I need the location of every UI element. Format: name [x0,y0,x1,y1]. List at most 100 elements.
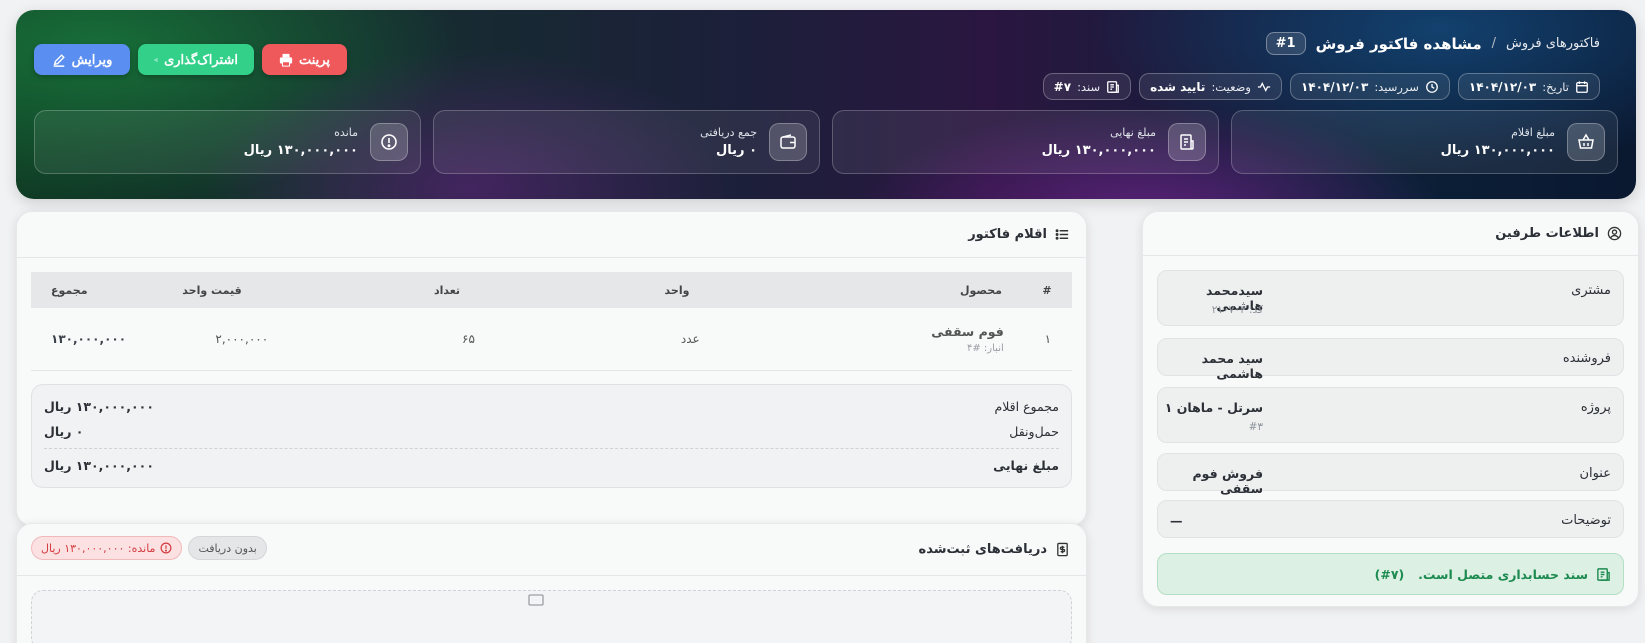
list-icon [1055,229,1069,240]
subject-label: عنوان [1579,466,1611,481]
status-value: تایید شده [1150,79,1206,94]
receipt-icon [1180,134,1194,150]
breadcrumb-separator: / [1491,36,1497,51]
col-product: محصول [959,283,1002,297]
totals-final-row: مبلغ نهایی ۱۳۰,۰۰۰,۰۰۰ ریال [44,458,1059,473]
alert-icon [160,542,172,554]
action-bar: ویرایش اشتراک‌گذاری پرینت [34,44,347,75]
document-icon [1107,80,1119,93]
row-unit: عدد [680,332,700,346]
due-label: سررسید: [1374,79,1419,94]
linked-ref[interactable]: (#۷) [1375,567,1405,582]
due-pill: سررسید: ۱۴۰۴/۱۲/۰۳ [1289,73,1450,100]
due-value: ۱۴۰۴/۱۲/۰۳ [1300,79,1369,94]
no-payment-badge: بدون دریافت [188,536,267,560]
print-button[interactable]: پرینت [262,44,347,75]
stat-value: ۱۳۰,۰۰۰,۰۰۰ ریال [1440,143,1555,158]
basket-icon [1578,133,1594,149]
col-unit-price: قیمت واحد [182,283,242,297]
date-value: ۱۴۰۴/۱۲/۰۳ [1468,79,1537,94]
items-total-label: مجموع اقلام [994,399,1059,414]
stat-value: ۱۳۰,۰۰۰,۰۰۰ ریال [243,143,358,158]
items-total-value: ۱۳۰,۰۰۰,۰۰۰ ریال [44,399,154,414]
invoice-id-badge: #1 [1265,32,1306,55]
stat-final-amount: مبلغ نهایی ۱۳۰,۰۰۰,۰۰۰ ریال [832,110,1219,174]
notes-value: — [1170,513,1183,528]
breadcrumb-sales-invoices[interactable]: فاکتورهای فروش [1506,36,1600,51]
status-label: وضعیت: [1211,79,1251,94]
project-label: پروژه [1580,400,1611,415]
table-row: ۱ فوم سقفی انبار: #۴ عدد ۶۵ ۲,۰۰۰,۰۰۰ ۱۳… [31,308,1072,371]
totals-divider [44,448,1059,449]
user-circle-icon [1607,226,1622,241]
activity-icon [1257,81,1271,92]
linked-text: سند حسابداری متصل است. [1418,566,1588,582]
shipping-value: ۰ ریال [44,424,84,439]
payments-badges: بدون دریافت مانده: ۱۳۰,۰۰۰,۰۰۰ ریال [31,536,267,560]
stat-value: ۱۳۰,۰۰۰,۰۰۰ ریال [1041,143,1156,158]
stat-label: مبلغ اقلام [1511,126,1555,139]
status-pill: وضعیت: تایید شده [1139,73,1282,100]
party-subject: عنوان فروش فوم سقفی [1157,453,1624,496]
share-button[interactable]: اشتراک‌گذاری [138,44,254,75]
document-icon [1597,567,1610,581]
parties-header: اطلاعات طرفین [1143,212,1638,256]
items-card: اقلام فاکتور # محصول واحد تعداد قیمت واح… [16,211,1087,526]
party-seller: فروشنده سید محمد هاشمی [1157,338,1624,381]
breadcrumb: فاکتورهای فروش / مشاهده فاکتور فروش #1 [1265,32,1600,55]
seller-value: سید محمد هاشمی [1201,351,1263,381]
project-value[interactable]: سرتل - ماهان ۱ [1165,400,1263,415]
party-project: پروژه سرتل - ماهان ۱ #۳ [1157,387,1624,443]
doc-label: سند: [1077,79,1101,94]
remaining-badge-text: مانده: ۱۳۰,۰۰۰,۰۰۰ ریال [41,541,156,555]
edit-button-label: ویرایش [71,51,113,67]
stat-remaining: مانده ۱۳۰,۰۰۰,۰۰۰ ریال [34,110,421,174]
subject-value: فروش فوم سقفی [1192,466,1263,496]
parties-card: اطلاعات طرفین مشتری سیدمحمد هاشمی کد: ۲۱… [1142,211,1639,607]
party-notes: توضیحات — [1157,500,1624,538]
alert-icon [381,134,397,150]
customer-label: مشتری [1571,283,1611,298]
stat-label: جمع دریافتی [700,126,757,139]
stat-label: مبلغ نهایی [1110,126,1156,139]
share-button-label: اشتراک‌گذاری [164,51,238,67]
cash-receipt-icon [1057,542,1068,557]
payments-title: دریافت‌های ثبت‌شده [918,542,1047,557]
row-unit-price: ۲,۰۰۰,۰۰۰ [215,332,269,346]
calendar-icon [1576,80,1588,93]
pencil-icon [53,53,65,67]
stat-value: ۰ ریال [716,143,757,158]
final-total-value: ۱۳۰,۰۰۰,۰۰۰ ریال [44,458,154,473]
row-quantity: ۶۵ [462,332,475,346]
remaining-badge: مانده: ۱۳۰,۰۰۰,۰۰۰ ریال [31,536,183,560]
items-table-header: # محصول واحد تعداد قیمت واحد مجموع [31,272,1072,308]
row-index: ۱ [1044,332,1052,346]
share-icon [154,57,158,62]
invoice-hero: فاکتورهای فروش / مشاهده فاکتور فروش #1 ت… [16,10,1636,199]
doc-value: #۷ [1053,79,1072,94]
row-product: فوم سقفی انبار: #۴ [801,324,1024,354]
invoice-meta: تاریخ: ۱۴۰۴/۱۲/۰۳ سررسید: ۱۴۰۴/۱۲/۰۳ وضع… [1042,73,1600,100]
items-header: اقلام فاکتور [17,212,1086,258]
product-name[interactable]: فوم سقفی [801,324,1003,339]
wallet-icon [780,134,796,149]
party-customer: مشتری سیدمحمد هاشمی کد: ۲۱۰۷۰۳ [1157,270,1624,326]
items-title: اقلام فاکتور [968,227,1047,242]
shipping-label: حمل‌ونقل [1009,424,1059,439]
page-title: مشاهده فاکتور فروش [1315,34,1482,53]
final-total-label: مبلغ نهایی [993,458,1059,473]
col-quantity: تعداد [433,283,461,297]
payments-empty-state [31,590,1072,643]
doc-pill[interactable]: سند: #۷ [1042,73,1132,100]
edit-button[interactable]: ویرایش [34,44,130,75]
linked-document-notice[interactable]: سند حسابداری متصل است. (#۷) [1157,553,1624,595]
parties-title: اطلاعات طرفین [1495,226,1599,241]
col-unit: واحد [664,283,690,297]
project-id: #۳ [1248,421,1263,433]
col-index: # [1042,283,1052,297]
stat-label: مانده [334,126,358,139]
printer-icon [279,53,293,67]
stat-received-total: جمع دریافتی ۰ ریال [433,110,820,174]
product-warehouse: انبار: #۴ [967,343,1004,354]
payments-card: دریافت‌های ثبت‌شده بدون دریافت مانده: ۱۳… [16,523,1087,643]
